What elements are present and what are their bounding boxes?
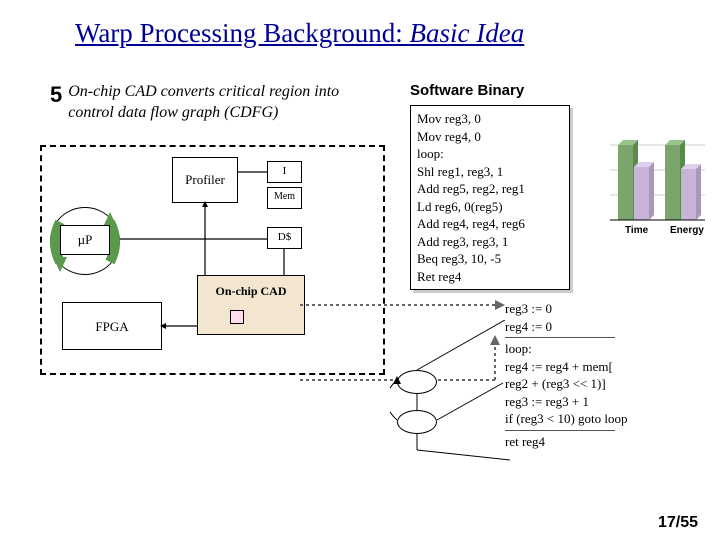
- asm-line: Ld reg6, 0(reg5): [417, 198, 563, 216]
- asm-line: Add reg3, reg3, 1: [417, 233, 563, 251]
- title-emphasis: Basic Idea: [410, 18, 525, 48]
- microprocessor-box: µP: [60, 225, 110, 255]
- assembly-listing: Mov reg3, 0 Mov reg4, 0 loop: Shl reg1, …: [410, 105, 570, 290]
- asm-line: Beq reg3, 10, -5: [417, 250, 563, 268]
- performance-chart: Time Energy: [600, 130, 710, 275]
- software-binary-heading: Software Binary: [410, 82, 524, 99]
- bar-time-accel: [634, 162, 654, 220]
- asm-line: Ret reg4: [417, 268, 563, 286]
- step-number: 5: [50, 82, 62, 108]
- chart-xlabel-energy: Energy: [670, 225, 704, 236]
- bar-energy-accel: [681, 164, 701, 220]
- asm-line: Mov reg4, 0: [417, 128, 563, 146]
- title-main: Warp Processing Background:: [75, 18, 410, 48]
- asm-line: loop:: [417, 145, 563, 163]
- page-number: 17/55: [658, 514, 698, 532]
- step-caption: 5 On-chip CAD converts critical region i…: [50, 82, 370, 124]
- asm-line: Shl reg1, reg3, 1: [417, 163, 563, 181]
- asm-line: Add reg4, reg4, reg6: [417, 215, 563, 233]
- step-text: On-chip CAD converts critical region int…: [50, 82, 370, 124]
- asm-line: Add reg5, reg2, reg1: [417, 180, 563, 198]
- chart-xlabel-time: Time: [625, 225, 649, 236]
- slide-title: Warp Processing Background: Basic Idea: [75, 18, 524, 49]
- asm-line: Mov reg3, 0: [417, 110, 563, 128]
- cdfg-edges-icon: [390, 320, 510, 480]
- cad-indicator-icon: [230, 310, 244, 324]
- microprocessor-label: µP: [78, 232, 93, 247]
